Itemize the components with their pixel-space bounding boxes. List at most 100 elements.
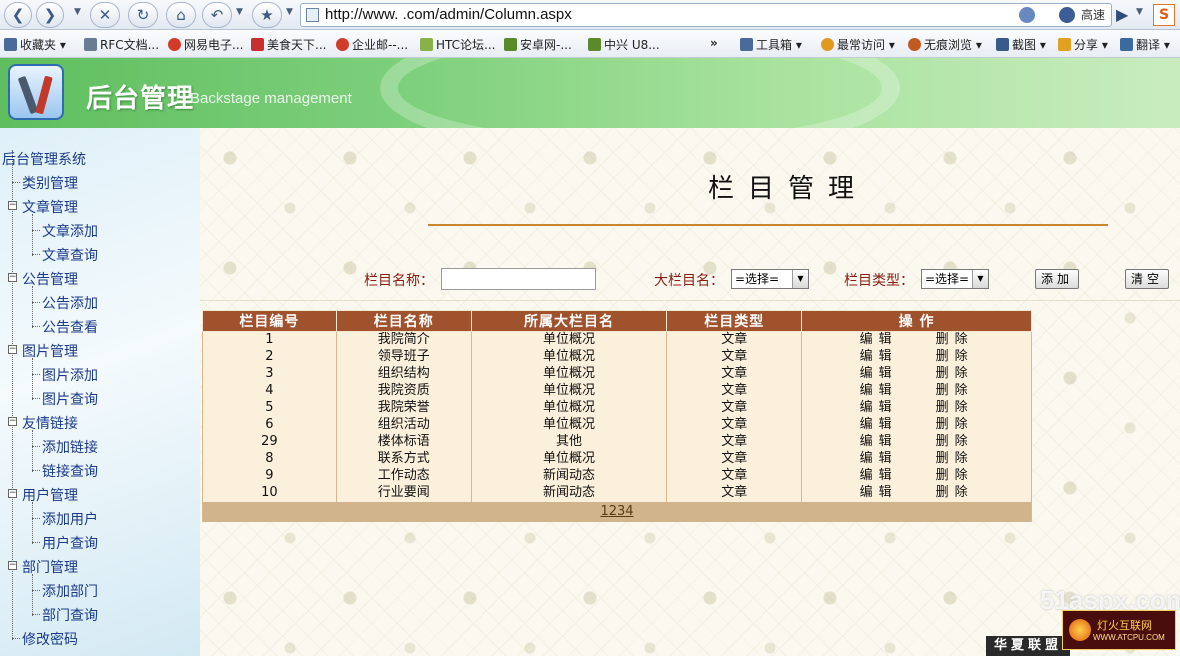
address-url[interactable]: http://www. .com/admin/Column.aspx <box>325 4 572 26</box>
speed-mode-icon[interactable] <box>1059 7 1075 23</box>
sidebar-item-link-query[interactable]: 链接查询 <box>42 461 98 481</box>
dropdown-arrow-icon[interactable]: ▼ <box>972 270 988 288</box>
sidebar-item-departments[interactable]: 部门管理 <box>22 557 78 577</box>
delete-link[interactable]: 删除 <box>917 349 993 365</box>
sidebar-item-category[interactable]: 类别管理 <box>22 173 78 193</box>
sidebar-item-image-query[interactable]: 图片查询 <box>42 389 98 409</box>
delete-link[interactable]: 删除 <box>917 383 993 399</box>
sidebar-item-article-query[interactable]: 文章查询 <box>42 245 98 265</box>
bookmark-toolbox[interactable]: 工具箱 ▾ <box>740 36 802 53</box>
bookmark-zte[interactable]: 中兴 U8... <box>588 36 660 53</box>
sidebar-item-department-query[interactable]: 部门查询 <box>42 605 98 625</box>
speed-mode-label[interactable]: 高速 <box>1081 4 1105 26</box>
add-button[interactable]: 添加 <box>1035 269 1079 289</box>
collapse-icon[interactable]: − <box>8 201 17 210</box>
back-icon[interactable]: ❮ <box>4 2 32 28</box>
delete-link[interactable]: 删除 <box>917 485 993 501</box>
cell-column-id: 10 <box>202 484 337 502</box>
sidebar-item-user-add[interactable]: 添加用户 <box>42 509 98 529</box>
edit-link[interactable]: 编辑 <box>841 349 917 365</box>
collapse-icon[interactable]: − <box>8 417 17 426</box>
collapse-icon[interactable]: − <box>8 489 17 498</box>
collapse-icon[interactable]: − <box>8 561 17 570</box>
undo-chevron-icon[interactable]: ▼ <box>236 7 243 17</box>
sidebar-item-notice-view[interactable]: 公告查看 <box>42 317 98 337</box>
tree-branch <box>32 518 40 519</box>
delete-link[interactable]: 删除 <box>917 451 993 467</box>
bookmark-favorites[interactable]: 收藏夹 ▾ <box>4 36 66 53</box>
refresh-icon[interactable]: ↻ <box>128 2 158 28</box>
page-link-1[interactable]: 1 <box>600 504 608 519</box>
bookmark-rfc[interactable]: RFC文档... <box>84 36 159 53</box>
edit-link[interactable]: 编辑 <box>841 434 917 450</box>
favorite-chevron-icon[interactable]: ▼ <box>286 7 293 17</box>
cell-column-type: 文章 <box>666 467 803 485</box>
edit-link[interactable]: 编辑 <box>841 400 917 416</box>
edit-link[interactable]: 编辑 <box>841 451 917 467</box>
edit-link[interactable]: 编辑 <box>841 417 917 433</box>
edit-link[interactable]: 编辑 <box>841 332 917 348</box>
bookmarks-overflow[interactable]: » <box>710 36 718 50</box>
bookmark-meishi[interactable]: 美食天下... <box>251 36 326 53</box>
security-shield-icon[interactable] <box>1019 7 1035 23</box>
edit-link[interactable]: 编辑 <box>841 468 917 484</box>
bookmark-netease[interactable]: 网易电子... <box>168 36 243 53</box>
sidebar-item-user-query[interactable]: 用户查询 <box>42 533 98 553</box>
edit-link[interactable]: 编辑 <box>841 366 917 382</box>
go-chevron-icon[interactable]: ▼ <box>1136 7 1143 17</box>
parent-column-select[interactable]: =选择= ▼ <box>731 269 809 289</box>
delete-link[interactable]: 删除 <box>917 400 993 416</box>
stop-icon[interactable]: ✕ <box>90 2 120 28</box>
collapse-icon[interactable]: − <box>8 273 17 282</box>
undo-icon[interactable]: ↶ <box>202 2 232 28</box>
column-name-input[interactable] <box>441 268 596 290</box>
delete-link[interactable]: 删除 <box>917 417 993 433</box>
bookmark-mail[interactable]: 企业邮--... <box>336 36 408 53</box>
collapse-icon[interactable]: − <box>8 345 17 354</box>
sidebar-item-notices[interactable]: 公告管理 <box>22 269 78 289</box>
form-divider <box>200 300 1180 301</box>
edit-link[interactable]: 编辑 <box>841 383 917 399</box>
delete-link[interactable]: 删除 <box>917 366 993 382</box>
cell-parent-column: 单位概况 <box>470 450 668 468</box>
column-type-select[interactable]: =选择= ▼ <box>921 269 989 289</box>
table-row: 5 我院荣誉 单位概况 文章 编辑 删除 <box>202 399 1032 417</box>
sidebar-item-images[interactable]: 图片管理 <box>22 341 78 361</box>
bookmark-most-visited[interactable]: 最常访问 ▾ <box>821 36 895 53</box>
bookmark-htc[interactable]: HTC论坛... <box>420 36 495 53</box>
edit-link[interactable]: 编辑 <box>841 485 917 501</box>
sidebar-item-links[interactable]: 友情链接 <box>22 413 78 433</box>
tree-root[interactable]: 后台管理系统 <box>2 149 86 169</box>
page-link-2[interactable]: 2 <box>609 504 617 519</box>
go-icon[interactable]: ▶ <box>1116 5 1128 24</box>
sidebar-item-articles[interactable]: 文章管理 <box>22 197 78 217</box>
history-chevron-icon[interactable]: ▼ <box>74 7 81 17</box>
zte-icon <box>588 38 601 51</box>
sidebar-item-users[interactable]: 用户管理 <box>22 485 78 505</box>
page-link-4[interactable]: 4 <box>625 504 633 519</box>
favorite-star-icon[interactable]: ★ <box>252 2 282 28</box>
sidebar-item-change-password[interactable]: 修改密码 <box>22 629 78 649</box>
sidebar-item-image-add[interactable]: 图片添加 <box>42 365 98 385</box>
bookmark-share[interactable]: 分享 ▾ <box>1058 36 1108 53</box>
bookmark-android[interactable]: 安卓网-... <box>504 36 572 53</box>
table-row: 6 组织活动 单位概况 文章 编辑 删除 <box>202 416 1032 434</box>
dropdown-arrow-icon[interactable]: ▼ <box>792 270 808 288</box>
sidebar-item-notice-add[interactable]: 公告添加 <box>42 293 98 313</box>
clear-button[interactable]: 清空 <box>1125 269 1169 289</box>
address-bar[interactable]: http://www. .com/admin/Column.aspx 高速 <box>300 3 1112 27</box>
table-body: 1 我院简介 单位概况 文章 编辑 删除 2 领导班子 单位概况 文章 编辑 删除 3 组织结构 单位概况文… <box>202 331 1032 502</box>
home-icon[interactable]: ⌂ <box>166 2 196 28</box>
delete-link[interactable]: 删除 <box>917 468 993 484</box>
bookmark-private[interactable]: 无痕浏览 ▾ <box>908 36 982 53</box>
bookmark-translate[interactable]: 翻译 ▾ <box>1120 36 1170 53</box>
sidebar-item-department-add[interactable]: 添加部门 <box>42 581 98 601</box>
delete-link[interactable]: 删除 <box>917 332 993 348</box>
delete-link[interactable]: 删除 <box>917 434 993 450</box>
forward-icon[interactable]: ❯ <box>36 2 64 28</box>
bookmark-screenshot[interactable]: 截图 ▾ <box>996 36 1046 53</box>
sidebar-item-link-add[interactable]: 添加链接 <box>42 437 98 457</box>
banner-subtitle: Backstage management <box>190 90 352 107</box>
search-engine-logo-icon[interactable]: S <box>1153 4 1175 26</box>
sidebar-item-article-add[interactable]: 文章添加 <box>42 221 98 241</box>
